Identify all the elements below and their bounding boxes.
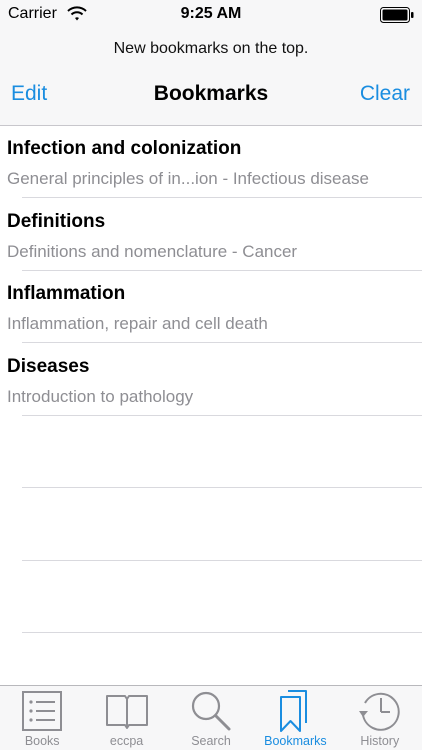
clear-button[interactable]: Clear bbox=[360, 82, 410, 106]
bookmark-subtitle: Inflammation, repair and cell death bbox=[7, 314, 268, 333]
header-area: Carrier 9:25 AM New bookmarks on the top… bbox=[0, 0, 422, 126]
list-icon bbox=[22, 691, 63, 731]
bookmark-subtitle: Definitions and nomenclature - Cancer bbox=[7, 241, 298, 261]
status-bar: Carrier 9:25 AM bbox=[0, 0, 422, 30]
edit-button[interactable]: Edit bbox=[11, 82, 47, 106]
status-time: 9:25 AM bbox=[180, 5, 242, 22]
tab-eccpa[interactable]: eccpa bbox=[84, 686, 168, 750]
bookmark-title: Inflammation bbox=[7, 283, 126, 304]
bookmark-subtitle: General principles of in...ion - Infecti… bbox=[7, 169, 369, 188]
page-title: Bookmarks bbox=[153, 82, 269, 105]
empty-row bbox=[0, 561, 422, 634]
battery-icon bbox=[380, 7, 414, 23]
list-item[interactable]: Diseases Introduction to pathology bbox=[0, 344, 422, 417]
bookmark-title: Diseases bbox=[7, 355, 90, 377]
clock-history-icon bbox=[358, 692, 400, 731]
navigation-bar: Edit Bookmarks Clear bbox=[0, 76, 422, 120]
tab-search[interactable]: Search bbox=[169, 686, 253, 750]
tab-bookmarks[interactable]: Bookmarks bbox=[253, 686, 337, 750]
bookmarks-icon bbox=[280, 690, 308, 732]
bookmark-subtitle: Introduction to pathology bbox=[7, 386, 194, 406]
list-item[interactable]: Inflammation Inflammation, repair and ce… bbox=[0, 271, 422, 344]
tab-bar: Books eccpa Search Bookmarks History bbox=[0, 685, 422, 750]
tab-label: Search bbox=[191, 734, 231, 748]
bookmark-title: Definitions bbox=[7, 210, 106, 232]
tab-label: History bbox=[360, 734, 400, 748]
bookmark-list: Infection and colonization General princ… bbox=[0, 126, 422, 685]
tab-label: eccpa bbox=[109, 734, 144, 748]
list-item[interactable]: Definitions Definitions and nomenclature… bbox=[0, 199, 422, 272]
empty-row bbox=[0, 489, 422, 562]
tab-label: Books bbox=[24, 734, 60, 748]
tab-books[interactable]: Books bbox=[0, 686, 84, 750]
list-item[interactable]: Infection and colonization General princ… bbox=[0, 126, 422, 199]
bookmark-title: Infection and colonization bbox=[7, 138, 242, 159]
magnifier-icon bbox=[191, 691, 231, 731]
empty-row bbox=[0, 416, 422, 489]
bookmark-order-hint: New bookmarks on the top. bbox=[113, 40, 309, 57]
tab-label: Bookmarks bbox=[264, 734, 327, 748]
tab-history[interactable]: History bbox=[338, 686, 422, 750]
open-book-icon bbox=[105, 695, 148, 729]
row-separator bbox=[22, 632, 422, 633]
